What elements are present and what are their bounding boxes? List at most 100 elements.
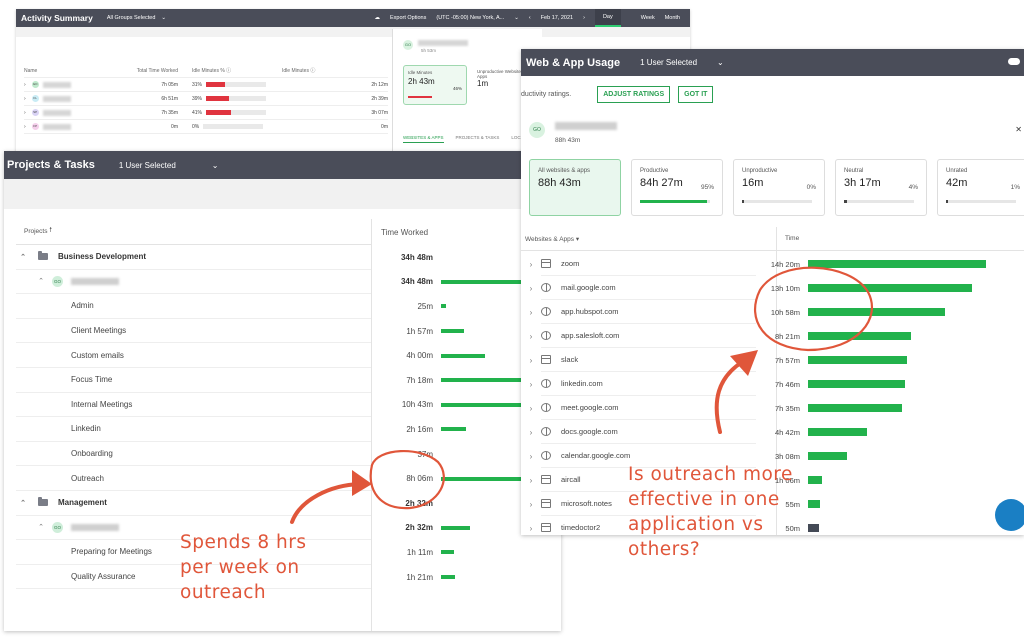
table-header: Name Total Time Worked Idle Minutes % ⓘ … bbox=[24, 64, 388, 78]
website-row[interactable]: › slack 7h 57m bbox=[521, 348, 1024, 372]
cloud-download-icon[interactable]: ☁ bbox=[374, 15, 380, 21]
col-idle-minutes[interactable]: Idle Minutes ⓘ bbox=[278, 67, 388, 74]
annotation-line: effective in one bbox=[628, 489, 780, 510]
user-selector[interactable]: 1 User Selected bbox=[640, 58, 697, 67]
tab-week[interactable]: Week bbox=[641, 15, 655, 21]
website-row[interactable]: › zoom 14h 20m bbox=[521, 252, 1024, 276]
time-bar bbox=[441, 329, 464, 334]
project-group-row[interactable]: ⌃ Management 2h 32m bbox=[16, 491, 561, 516]
site-name: app.hubspot.com bbox=[561, 307, 619, 316]
category-card[interactable]: Unproductive 16m 0% bbox=[733, 159, 825, 216]
chevron-right-icon[interactable]: › bbox=[521, 356, 541, 365]
col-idle-pct[interactable]: Idle Minutes % ⓘ bbox=[192, 67, 278, 75]
chevron-right-icon[interactable]: › bbox=[521, 260, 541, 269]
idle-card-bar bbox=[408, 96, 432, 98]
website-row[interactable]: › mail.google.com 13h 10m bbox=[521, 276, 1024, 300]
task-row[interactable]: Outreach 8h 06m bbox=[16, 466, 561, 491]
idle-minutes-card[interactable]: Idle Minutes 2h 43m 46% bbox=[403, 65, 467, 105]
task-row[interactable]: Client Meetings 1h 57m bbox=[16, 319, 561, 344]
cloud-download-icon[interactable] bbox=[1008, 58, 1020, 65]
avatar: GO bbox=[52, 275, 63, 287]
category-card[interactable]: All websites & apps 88h 43m bbox=[529, 159, 621, 216]
user-selector[interactable]: 1 User Selected bbox=[119, 161, 176, 170]
chevron-right-icon[interactable]: › bbox=[521, 524, 541, 533]
chevron-right-icon[interactable]: › bbox=[583, 15, 585, 21]
chevron-right-icon[interactable]: › bbox=[521, 452, 541, 461]
ratings-text: ductivity ratings. bbox=[521, 90, 572, 98]
date-picker[interactable]: Feb 17, 2021 bbox=[541, 15, 573, 21]
chevron-right-icon[interactable]: › bbox=[24, 110, 26, 116]
chevron-down-icon[interactable]: ⌄ bbox=[717, 58, 724, 67]
tab-day[interactable]: Day bbox=[594, 9, 621, 27]
col-name[interactable]: Name bbox=[24, 68, 128, 74]
tab-websites-apps[interactable]: WEBSITES & APPS bbox=[403, 135, 444, 143]
table-row[interactable]: › GO 7h 05m 31% 2h 12m bbox=[24, 78, 388, 92]
chevron-right-icon[interactable]: › bbox=[521, 476, 541, 485]
website-row[interactable]: › docs.google.com 4h 42m bbox=[521, 420, 1024, 444]
project-user-row[interactable]: ⌃ GO 34h 48m bbox=[16, 270, 561, 295]
website-row[interactable]: › meet.google.com 7h 35m bbox=[521, 396, 1024, 420]
projects-title: Projects & Tasks bbox=[7, 159, 95, 171]
chevron-right-icon[interactable]: › bbox=[521, 308, 541, 317]
time-worked: 37m bbox=[417, 449, 433, 459]
idle-bar bbox=[206, 96, 267, 101]
chevron-right-icon[interactable]: › bbox=[521, 404, 541, 413]
chevron-right-icon[interactable]: › bbox=[24, 124, 26, 130]
site-name: linkedin.com bbox=[561, 379, 603, 388]
idle-minutes: 2h 12m bbox=[371, 81, 388, 88]
task-row[interactable]: Onboarding 37m bbox=[16, 442, 561, 467]
category-card[interactable]: Unrated 42m 1% bbox=[937, 159, 1024, 216]
table-row[interactable]: › FP 0m 0% 0m bbox=[24, 120, 388, 134]
tab-projects-tasks[interactable]: PROJECTS & TASKS bbox=[456, 135, 500, 143]
chevron-right-icon[interactable]: › bbox=[24, 82, 26, 88]
adjust-ratings-button[interactable]: ADJUST RATINGS bbox=[597, 85, 671, 103]
chevron-down-icon[interactable]: ⌄ bbox=[161, 15, 166, 21]
col-time[interactable]: Time bbox=[777, 235, 799, 242]
export-options-button[interactable]: Export Options bbox=[390, 15, 426, 21]
chevron-up-icon[interactable]: ⌃ bbox=[16, 253, 30, 261]
chevron-right-icon[interactable]: › bbox=[521, 380, 541, 389]
project-group-row[interactable]: ⌃ Business Development 34h 48m bbox=[16, 245, 561, 270]
table-row[interactable]: › SP 7h 35m 41% 3h 07m bbox=[24, 106, 388, 120]
chevron-right-icon[interactable]: › bbox=[521, 332, 541, 341]
chevron-right-icon[interactable]: › bbox=[24, 96, 26, 102]
tab-month[interactable]: Month bbox=[665, 15, 680, 21]
website-row[interactable]: › linkedin.com 7h 46m bbox=[521, 372, 1024, 396]
col-total-time[interactable]: Total Time Worked bbox=[128, 68, 192, 74]
timezone-selector[interactable]: (UTC -05:00) New York, A... bbox=[436, 15, 504, 21]
col-time-worked[interactable]: Time Worked bbox=[371, 228, 491, 237]
task-row[interactable]: Linkedin 2h 16m bbox=[16, 417, 561, 442]
site-name: mail.google.com bbox=[561, 283, 616, 292]
website-row[interactable]: › app.salesloft.com 8h 21m bbox=[521, 324, 1024, 348]
blurred-user-name bbox=[555, 122, 617, 130]
chevron-down-icon[interactable]: ⌄ bbox=[514, 15, 519, 21]
chevron-right-icon[interactable]: › bbox=[521, 284, 541, 293]
website-row[interactable]: › app.hubspot.com 10h 58m bbox=[521, 300, 1024, 324]
col-projects[interactable]: Projects 🠕 bbox=[16, 219, 371, 245]
avatar: FL bbox=[31, 95, 39, 102]
chat-support-icon[interactable] bbox=[995, 499, 1024, 531]
chevron-right-icon[interactable]: › bbox=[521, 500, 541, 509]
idle-bar-fill bbox=[206, 82, 225, 87]
table-row[interactable]: › FL 6h 51m 39% 2h 39m bbox=[24, 92, 388, 106]
groups-selector[interactable]: All Groups Selected bbox=[107, 15, 156, 21]
chevron-up-icon[interactable]: ⌃ bbox=[34, 277, 48, 285]
close-icon[interactable]: ✕ bbox=[1015, 125, 1022, 134]
category-card[interactable]: Neutral 3h 17m 4% bbox=[835, 159, 927, 216]
tab-location[interactable]: LOC bbox=[511, 135, 520, 143]
task-row[interactable]: Custom emails 4h 00m bbox=[16, 343, 561, 368]
task-row[interactable]: Internal Meetings 10h 43m bbox=[16, 393, 561, 418]
chevron-left-icon[interactable]: ‹ bbox=[529, 15, 531, 21]
category-card[interactable]: Productive 84h 27m 95% bbox=[631, 159, 723, 216]
chevron-up-icon[interactable]: ⌃ bbox=[34, 523, 48, 531]
got-it-button[interactable]: GOT IT bbox=[678, 85, 714, 103]
idle-bar-fill bbox=[206, 110, 231, 115]
chevron-down-icon[interactable]: ⌄ bbox=[212, 161, 219, 170]
usage-bar bbox=[808, 428, 867, 436]
task-row[interactable]: Admin 25m bbox=[16, 294, 561, 319]
chevron-up-icon[interactable]: ⌃ bbox=[16, 499, 30, 507]
col-websites-apps[interactable]: Websites & Apps ▾ bbox=[521, 235, 777, 243]
globe-icon bbox=[541, 403, 551, 412]
task-row[interactable]: Focus Time 7h 18m bbox=[16, 368, 561, 393]
chevron-right-icon[interactable]: › bbox=[521, 428, 541, 437]
